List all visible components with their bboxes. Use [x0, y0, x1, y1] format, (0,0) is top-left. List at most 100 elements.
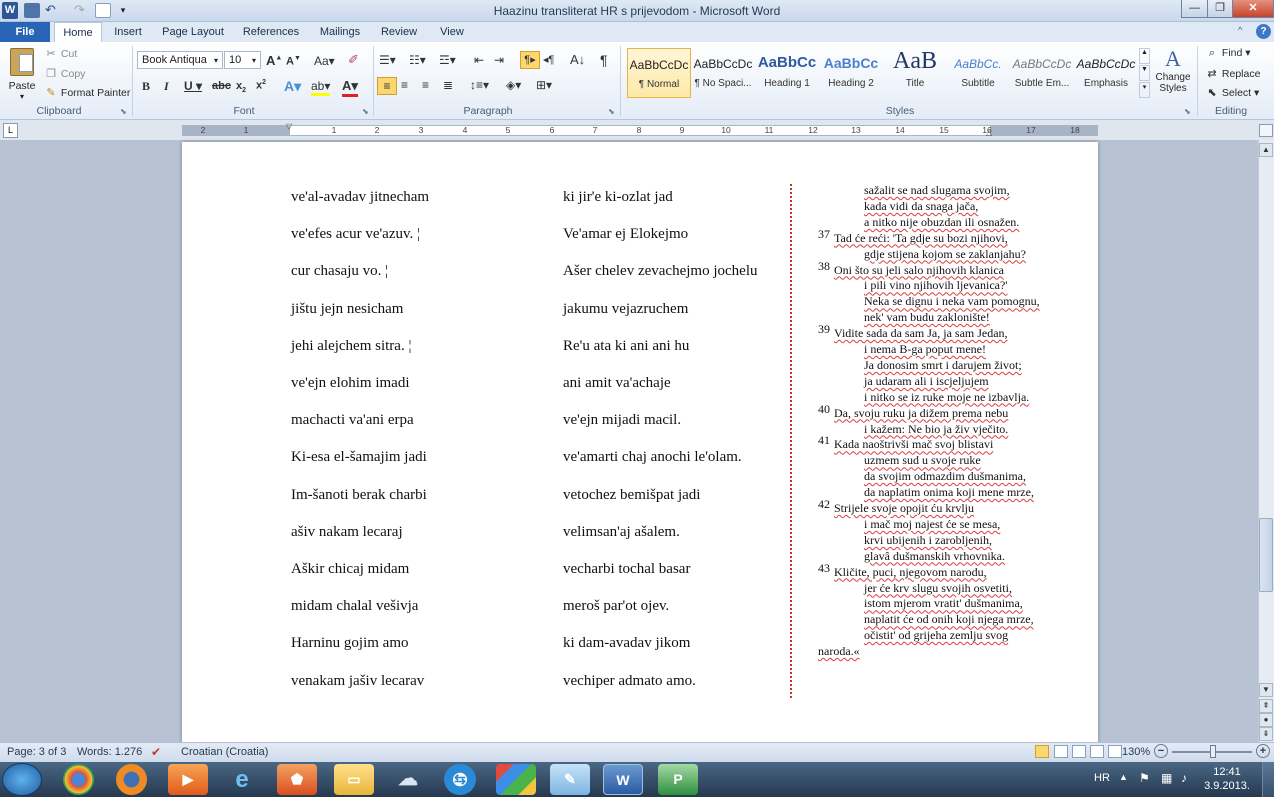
draft-view-icon[interactable]: [1108, 745, 1122, 758]
zoom-level[interactable]: 130%: [1122, 746, 1150, 758]
view-ruler-icon[interactable]: [1259, 124, 1273, 137]
tab-file[interactable]: File: [0, 22, 50, 42]
align-center-icon[interactable]: ≡: [401, 78, 408, 92]
clipboard-dialog-launcher-icon[interactable]: ⬊: [120, 107, 127, 116]
font-size-combo[interactable]: 10 ▾: [224, 51, 261, 69]
style-normal[interactable]: AaBbCcDc ¶ Normal: [627, 48, 691, 98]
action-center-icon[interactable]: ⚑: [1139, 771, 1150, 785]
horizontal-ruler[interactable]: ▽ △ 2 1 1 2 3 4 5 6 7 8 9 10 11 12 13 14…: [182, 122, 1098, 137]
rtl-direction-icon[interactable]: ◂¶: [543, 53, 554, 66]
chat-app-icon[interactable]: ☁: [388, 764, 428, 795]
print-layout-view-icon[interactable]: [1035, 745, 1049, 758]
tab-home[interactable]: Home: [54, 22, 102, 43]
show-hidden-icons-icon[interactable]: ▲: [1119, 772, 1128, 782]
publisher-taskbar-icon[interactable]: P: [658, 764, 698, 795]
justify-icon[interactable]: ≣: [443, 78, 453, 92]
teamviewer-icon[interactable]: ⇆: [444, 764, 476, 795]
highlight-icon[interactable]: ab▾: [311, 79, 331, 96]
style-title[interactable]: AaB Title: [883, 48, 947, 98]
decrease-indent-icon[interactable]: ⇤: [474, 53, 484, 67]
firefox-icon[interactable]: [116, 764, 147, 795]
full-screen-view-icon[interactable]: [1054, 745, 1068, 758]
internet-explorer-icon[interactable]: e: [222, 764, 262, 795]
style-no-spacing[interactable]: AaBbCcDc ¶ No Spaci...: [691, 48, 755, 98]
proofing-icon[interactable]: ✔: [151, 745, 161, 759]
outline-view-icon[interactable]: [1090, 745, 1104, 758]
change-styles-button[interactable]: A Change Styles: [1153, 46, 1193, 104]
shrink-font-icon[interactable]: A▼: [286, 55, 301, 68]
italic-icon[interactable]: I: [164, 79, 169, 94]
line-spacing-icon[interactable]: ↕≡▾: [470, 78, 489, 92]
sort-icon[interactable]: A↓: [570, 52, 585, 67]
style-heading-1[interactable]: AaBbCc Heading 1: [755, 48, 819, 98]
bullets-icon[interactable]: ☰▾: [379, 53, 396, 67]
styles-scroll-up-icon[interactable]: ▲: [1139, 48, 1150, 64]
select-button[interactable]: ⬉ Select ▾: [1205, 86, 1259, 99]
style-subtle-emphasis[interactable]: AaBbCcDc Subtle Em...: [1010, 48, 1074, 98]
network-icon[interactable]: ▦: [1161, 771, 1172, 785]
tab-insert[interactable]: Insert: [108, 22, 148, 42]
minimize-button[interactable]: —: [1181, 0, 1208, 18]
close-button[interactable]: ✕: [1232, 0, 1274, 18]
word-count[interactable]: Words: 1.276: [77, 746, 142, 758]
word-taskbar-icon[interactable]: W: [603, 764, 643, 795]
show-marks-icon[interactable]: ¶: [600, 52, 608, 68]
tab-review[interactable]: Review: [375, 22, 423, 42]
align-left-icon[interactable]: ≡: [377, 77, 397, 95]
style-heading-2[interactable]: AaBbCc Heading 2: [819, 48, 883, 98]
previous-page-icon[interactable]: ⇞: [1259, 699, 1273, 713]
select-browse-object-icon[interactable]: ●: [1259, 713, 1273, 727]
strikethrough-icon[interactable]: abc: [212, 80, 231, 92]
pdf-reader-icon[interactable]: ⬟: [277, 764, 317, 795]
tab-page-layout[interactable]: Page Layout: [157, 22, 229, 42]
tab-view[interactable]: View: [432, 22, 472, 42]
web-layout-view-icon[interactable]: [1072, 745, 1086, 758]
text-effects-icon[interactable]: A▾: [284, 78, 301, 95]
scroll-up-icon[interactable]: ▲: [1259, 143, 1273, 157]
restore-button[interactable]: ❐: [1207, 0, 1233, 18]
font-name-combo[interactable]: Book Antiqua ▾: [137, 51, 223, 69]
shading-icon[interactable]: ◈▾: [506, 78, 521, 92]
volume-icon[interactable]: ♪: [1181, 771, 1187, 785]
styles-more-icon[interactable]: ▾: [1139, 82, 1150, 98]
styles-scroll-down-icon[interactable]: ▼: [1139, 65, 1150, 81]
media-player-icon[interactable]: ▶: [168, 764, 208, 795]
start-button[interactable]: [2, 763, 42, 796]
keyboard-language[interactable]: HR: [1094, 772, 1110, 784]
font-color-icon[interactable]: A▾: [342, 78, 358, 97]
font-dialog-launcher-icon[interactable]: ⬊: [362, 107, 369, 116]
file-explorer-icon[interactable]: ▭: [334, 764, 374, 795]
style-subtitle[interactable]: AaBbCc. Subtitle: [946, 48, 1010, 98]
increase-indent-icon[interactable]: ⇥: [494, 53, 504, 67]
scroll-thumb[interactable]: [1259, 518, 1273, 592]
paste-button[interactable]: Paste ▾: [6, 46, 38, 102]
show-desktop-button[interactable]: [1262, 762, 1274, 797]
superscript-icon[interactable]: x2: [256, 79, 266, 92]
align-right-icon[interactable]: ≡: [422, 78, 429, 92]
ltr-direction-icon[interactable]: ¶▸: [520, 51, 540, 69]
page-indicator[interactable]: Page: 3 of 3: [7, 746, 66, 758]
grow-font-icon[interactable]: A▲: [266, 53, 282, 68]
borders-icon[interactable]: ⊞▾: [536, 78, 552, 92]
style-emphasis[interactable]: AaBbCcDc Emphasis: [1074, 48, 1138, 98]
language-indicator[interactable]: Croatian (Croatia): [181, 746, 268, 758]
vertical-scrollbar[interactable]: [1258, 140, 1274, 742]
scroll-down-icon[interactable]: ▼: [1259, 683, 1273, 697]
tab-mailings[interactable]: Mailings: [313, 22, 367, 42]
underline-icon[interactable]: U ▾: [184, 79, 202, 93]
app-icon-blocks[interactable]: [496, 764, 536, 795]
numbering-icon[interactable]: ☷▾: [409, 53, 426, 67]
notes-app-icon[interactable]: ✎: [550, 764, 590, 795]
format-painter-button[interactable]: ✎ Format Painter: [44, 86, 130, 99]
change-case-icon[interactable]: Aa▾: [314, 54, 335, 68]
tab-selector-icon[interactable]: L: [3, 123, 18, 138]
paragraph-dialog-launcher-icon[interactable]: ⬊: [608, 107, 615, 116]
cut-button[interactable]: ✂ Cut: [44, 47, 77, 60]
clock-time[interactable]: 12:41: [1203, 766, 1251, 778]
chrome-icon[interactable]: [63, 764, 94, 795]
zoom-out-icon[interactable]: −: [1154, 744, 1168, 758]
zoom-slider-thumb[interactable]: [1210, 745, 1216, 758]
first-line-indent-marker[interactable]: ▽: [286, 122, 292, 131]
tab-references[interactable]: References: [238, 22, 304, 42]
next-page-icon[interactable]: ⇟: [1259, 727, 1273, 741]
